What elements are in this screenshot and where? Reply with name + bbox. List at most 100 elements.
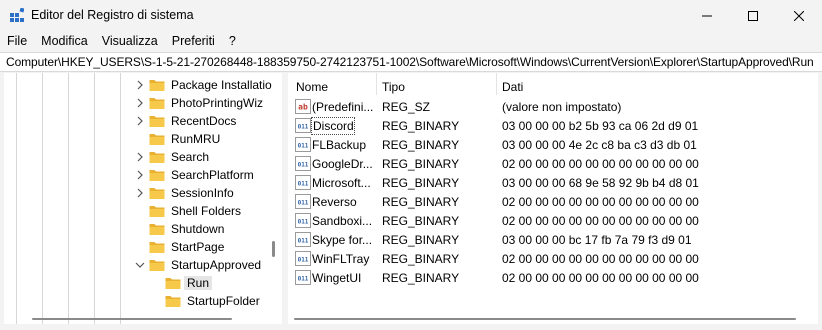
close-button[interactable] (776, 0, 822, 31)
folder-icon (149, 134, 165, 145)
menu-file[interactable]: File (0, 31, 34, 52)
tree-item-searchplatform[interactable]: SearchPlatform (4, 166, 266, 184)
value-type: REG_BINARY (382, 214, 460, 228)
value-data: 03 00 00 00 bc 17 fb 7a 79 f3 d9 01 (502, 233, 692, 247)
tree-item-shutdown[interactable]: Shutdown (4, 220, 266, 238)
tree-item-label: Shutdown (171, 222, 225, 236)
maximize-button[interactable] (730, 0, 776, 31)
tree-item-sessioninfo[interactable]: SessionInfo (4, 184, 266, 202)
value-row[interactable]: 011 WinFLTray REG_BINARY 02 00 00 00 00 00 … (288, 249, 818, 268)
chevron-right-icon[interactable] (135, 97, 145, 109)
tree-item-startupapproved[interactable]: StartupApproved (4, 256, 266, 274)
svg-text:011: 011 (298, 238, 309, 245)
tree-item-photoprintingwiz[interactable]: PhotoPrintingWiz (4, 94, 266, 112)
value-name: Sandboxi... (312, 214, 373, 228)
svg-text:011: 011 (298, 124, 309, 131)
folder-icon (165, 296, 181, 307)
svg-text:011: 011 (298, 276, 309, 283)
value-name: WingetUI (312, 271, 362, 285)
menu-visualizza[interactable]: Visualizza (95, 31, 165, 52)
value-name: FLBackup (312, 138, 367, 152)
value-name: Discord (311, 117, 355, 135)
list-horizontal-scrollbar[interactable] (294, 318, 796, 320)
value-row[interactable]: 011 Reverso REG_BINARY 02 00 00 00 00 00 00… (288, 192, 818, 211)
column-separator[interactable] (376, 73, 377, 95)
binary-value-icon: 011 (295, 175, 311, 190)
menu-help[interactable]: ? (222, 31, 243, 52)
svg-text:011: 011 (298, 181, 309, 188)
values-list[interactable]: Nome Tipo Dati ab (Predefini... REG_SZ (val… (288, 73, 818, 324)
tree-item-runmru[interactable]: RunMRU (4, 130, 266, 148)
binary-value-icon: 011 (295, 232, 311, 247)
value-row[interactable]: 011 Microsoft... REG_BINARY 03 00 00 00 68 … (288, 173, 818, 192)
chevron-right-icon[interactable] (135, 115, 145, 127)
tree-item-label: PhotoPrintingWiz (171, 96, 264, 110)
value-type: REG_SZ (382, 100, 431, 114)
folder-icon (149, 224, 165, 235)
value-type: REG_BINARY (382, 233, 460, 247)
svg-text:011: 011 (298, 143, 309, 150)
value-data: 03 00 00 00 b2 5b 93 ca 06 2d d9 01 (502, 119, 699, 133)
chevron-right-icon[interactable] (135, 187, 145, 199)
value-type: REG_BINARY (382, 271, 460, 285)
folder-icon (149, 116, 165, 127)
address-bar[interactable]: Computer\HKEY_USERS\S-1-5-21-270268448-1… (0, 52, 822, 72)
value-data: 03 00 00 00 4e 2c c8 ba c3 d3 db 01 (502, 138, 697, 152)
binary-value-icon: 011 (295, 213, 311, 228)
menu-preferiti[interactable]: Preferiti (165, 31, 222, 52)
svg-text:ab: ab (298, 103, 308, 112)
title-bar[interactable]: Editor del Registro di sistema (0, 0, 822, 31)
address-path[interactable]: Computer\HKEY_USERS\S-1-5-21-270268448-1… (6, 55, 814, 69)
folder-icon (149, 152, 165, 163)
tree-horizontal-scrollbar[interactable] (32, 318, 232, 320)
value-row[interactable]: ab (Predefini... REG_SZ (valore non imposta… (288, 97, 818, 116)
tree-item-recentdocs[interactable]: RecentDocs (4, 112, 266, 130)
column-header-type[interactable]: Tipo (382, 73, 405, 99)
chevron-right-icon[interactable] (135, 79, 145, 91)
svg-text:011: 011 (298, 219, 309, 226)
minimize-button[interactable] (684, 0, 730, 31)
value-row[interactable]: 011 WingetUI REG_BINARY 02 00 00 00 00 00 0… (288, 268, 818, 287)
tree-item-startupfolder[interactable]: StartupFolder (4, 292, 266, 310)
value-data: 02 00 00 00 00 00 00 00 00 00 00 00 (502, 157, 699, 171)
value-name: WinFLTray (312, 252, 370, 266)
tree-item-label: SearchPlatform (171, 168, 254, 182)
value-name: Skype for... (312, 233, 373, 247)
tree-item-run[interactable]: Run (4, 274, 266, 292)
folder-icon (149, 206, 165, 217)
registry-editor-icon (10, 8, 24, 22)
binary-value-icon: 011 (295, 194, 311, 209)
value-row[interactable]: 011 FLBackup REG_BINARY 03 00 00 00 4e 2c c… (288, 135, 818, 154)
value-data: 03 00 00 00 68 9e 58 92 9b b4 d8 01 (502, 176, 699, 190)
menu-modifica[interactable]: Modifica (34, 31, 95, 52)
tree-item-startpage[interactable]: StartPage (4, 238, 266, 256)
tree-item-label: Search (171, 150, 210, 164)
value-row[interactable]: 011 GoogleDr... REG_BINARY 02 00 00 00 00 0… (288, 154, 818, 173)
string-value-icon: ab (295, 99, 311, 114)
column-header-name[interactable]: Nome (296, 73, 328, 99)
tree-item-label: Run (184, 276, 213, 290)
chevron-down-icon[interactable] (135, 259, 145, 271)
chevron-right-icon[interactable] (135, 169, 145, 181)
value-row[interactable]: 011 Discord REG_BINARY 03 00 00 00 b2 5b 93… (288, 116, 818, 135)
maximize-icon (748, 10, 758, 21)
menu-bar: File Modifica Visualizza Preferiti ? (0, 31, 243, 52)
column-header-data[interactable]: Dati (502, 73, 523, 99)
value-row[interactable]: 011 Sandboxi... REG_BINARY 02 00 00 00 00 0… (288, 211, 818, 230)
tree-vertical-scrollbar[interactable] (272, 241, 275, 257)
tree-item-shell-folders[interactable]: Shell Folders (4, 202, 266, 220)
value-row[interactable]: 011 Skype for... REG_BINARY 03 00 00 00 bc … (288, 230, 818, 249)
key-tree[interactable]: Package Installatio PhotoPrintingWiz Recen… (4, 73, 282, 324)
binary-value-icon: 011 (295, 118, 311, 133)
column-separator[interactable] (496, 73, 497, 95)
tree-item-label: StartPage (171, 240, 225, 254)
value-type: REG_BINARY (382, 176, 460, 190)
svg-text:011: 011 (298, 162, 309, 169)
value-type: REG_BINARY (382, 195, 460, 209)
value-data: 02 00 00 00 00 00 00 00 00 00 00 00 (502, 214, 699, 228)
value-data: 02 00 00 00 00 00 00 00 00 00 00 00 (502, 252, 699, 266)
tree-item-package-installatio[interactable]: Package Installatio (4, 76, 272, 94)
folder-icon (149, 80, 165, 91)
chevron-right-icon[interactable] (135, 151, 145, 163)
tree-item-search[interactable]: Search (4, 148, 266, 166)
